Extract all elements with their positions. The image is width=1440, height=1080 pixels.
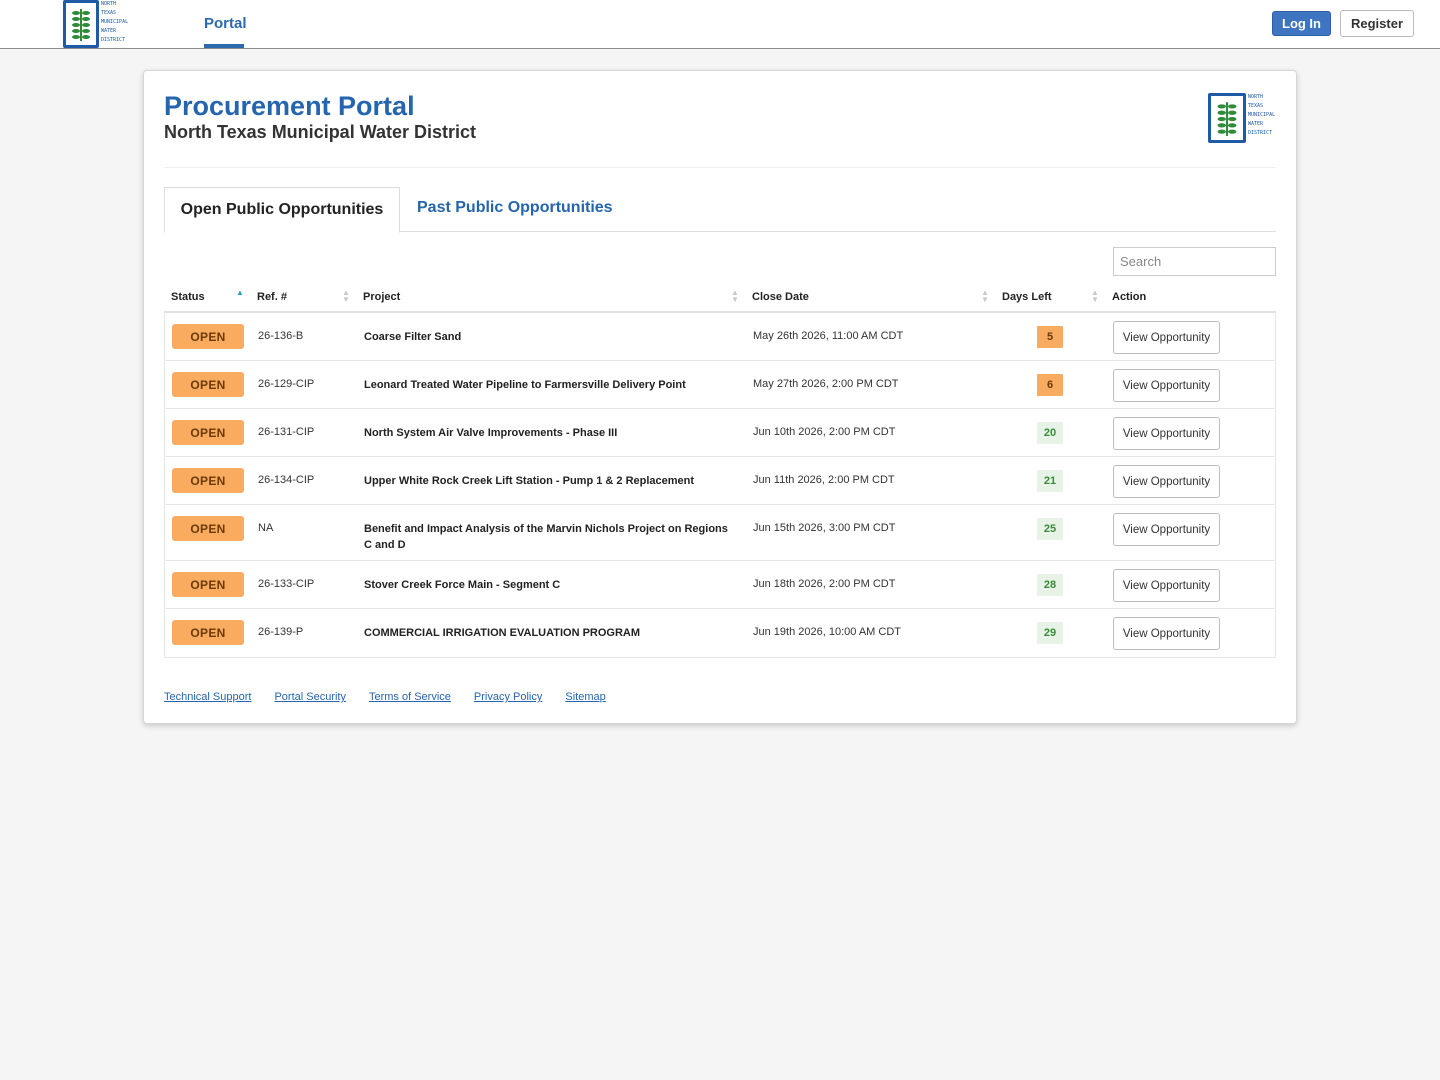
page-title: Procurement Portal	[164, 91, 415, 121]
ntmwd-logo-large: NORTH TEXAS MUNICIPAL WATER DISTRICT	[1208, 93, 1280, 145]
opportunities-table: Status ▲ Ref. # ▲ ▼ Project ▲ ▼ Close Date…	[164, 283, 1276, 658]
status-badge: OPEN	[172, 516, 244, 541]
project-name: North System Air Valve Improvements - Ph…	[364, 427, 618, 439]
close-date: Jun 11th 2026, 2:00 PM CDT	[753, 474, 895, 486]
footer-link-portal-security[interactable]: Portal Security	[274, 691, 346, 703]
table-row: OPEN 26-134-CIP Upper White Rock Creek L…	[165, 457, 1275, 505]
sort-icon[interactable]: ▲ ▼	[1091, 289, 1099, 304]
ref-number: 26-134-CIP	[258, 474, 315, 486]
status-badge: OPEN	[172, 620, 244, 645]
tab-past-opportunities[interactable]: Past Public Opportunities	[417, 199, 613, 217]
close-date: Jun 19th 2026, 10:00 AM CDT	[753, 626, 901, 638]
close-date: May 26th 2026, 11:00 AM CDT	[753, 330, 904, 342]
footer-link-terms-of-service[interactable]: Terms of Service	[369, 691, 451, 703]
procurement-card: Procurement Portal North Texas Municipal…	[143, 70, 1297, 724]
ref-number: 26-136-B	[258, 330, 304, 342]
footer-links: Technical Support Portal Security Terms …	[164, 691, 606, 703]
logo-line: TEXAS	[101, 10, 117, 16]
column-header-project[interactable]: Project	[363, 283, 400, 311]
table-header: Status ▲ Ref. # ▲ ▼ Project ▲ ▼ Close Date…	[164, 283, 1276, 313]
footer-link-technical-support[interactable]: Technical Support	[164, 691, 251, 703]
status-badge: OPEN	[172, 420, 244, 445]
search-input[interactable]	[1113, 247, 1276, 276]
nav-portal-link[interactable]: Portal	[204, 15, 247, 32]
logo-line: DISTRICT	[1248, 130, 1273, 136]
table-row: OPEN 26-136-B Coarse Filter Sand May 26t…	[165, 313, 1275, 361]
table-row: OPEN 26-129-CIP Leonard Treated Water Pi…	[165, 361, 1275, 409]
table-row: OPEN 26-131-CIP North System Air Valve I…	[165, 409, 1275, 457]
logo-line: MUNICIPAL	[101, 19, 129, 25]
sort-icon[interactable]: ▲ ▼	[981, 289, 989, 304]
logo-line: MUNICIPAL	[1248, 112, 1276, 118]
page-subtitle: North Texas Municipal Water District	[164, 122, 477, 142]
view-opportunity-button[interactable]: View Opportunity	[1113, 321, 1220, 354]
close-date: Jun 18th 2026, 2:00 PM CDT	[753, 578, 896, 590]
project-name: Stover Creek Force Main - Segment C	[364, 579, 561, 591]
close-date: Jun 15th 2026, 3:00 PM CDT	[753, 522, 896, 534]
logo-line: NORTH	[101, 1, 117, 7]
view-opportunity-button[interactable]: View Opportunity	[1113, 513, 1220, 546]
ref-number: 26-139-P	[258, 626, 304, 638]
project-name: Leonard Treated Water Pipeline to Farmer…	[364, 379, 686, 391]
table-row: OPEN NA Benefit and Impact Analysis of t…	[165, 505, 1275, 561]
status-badge: OPEN	[172, 372, 244, 397]
days-left-badge: 25	[1037, 518, 1063, 540]
logo-line: WATER	[101, 28, 117, 34]
view-opportunity-button[interactable]: View Opportunity	[1113, 569, 1220, 602]
sort-icon[interactable]: ▲ ▼	[342, 289, 350, 304]
logo-line: TEXAS	[1248, 103, 1264, 109]
logo-wordmark: NORTH TEXAS MUNICIPAL WATER DISTRICT	[1248, 93, 1275, 145]
days-left-badge: 29	[1037, 622, 1063, 644]
column-header-action: Action	[1112, 291, 1147, 303]
status-badge: OPEN	[172, 468, 244, 493]
project-name: Benefit and Impact Analysis of the Marvi…	[364, 523, 728, 551]
project-name: Upper White Rock Creek Lift Station - Pu…	[364, 475, 695, 487]
ref-number: 26-133-CIP	[258, 578, 315, 590]
status-badge: OPEN	[172, 572, 244, 597]
view-opportunity-button[interactable]: View Opportunity	[1113, 417, 1220, 450]
footer-link-privacy-policy[interactable]: Privacy Policy	[474, 691, 542, 703]
ref-number: NA	[258, 522, 274, 534]
column-header-days-left[interactable]: Days Left	[1002, 283, 1052, 311]
ref-number: 26-131-CIP	[258, 426, 315, 438]
logo-line: DISTRICT	[101, 37, 126, 43]
footer-link-sitemap[interactable]: Sitemap	[565, 691, 605, 703]
register-button[interactable]: Register	[1340, 10, 1414, 37]
table-row: OPEN 26-139-P COMMERCIAL IRRIGATION EVAL…	[165, 609, 1275, 657]
nav-active-indicator	[204, 44, 244, 48]
project-name: COMMERCIAL IRRIGATION EVALUATION PROGRAM	[364, 627, 641, 639]
table-body: OPEN 26-136-B Coarse Filter Sand May 26t…	[164, 313, 1276, 658]
days-left-badge: 20	[1037, 422, 1063, 444]
ref-number: 26-129-CIP	[258, 378, 315, 390]
days-left-badge: 5	[1037, 326, 1063, 348]
logo-wordmark: NORTH TEXAS MUNICIPAL WATER DISTRICT	[101, 0, 128, 45]
project-name: Coarse Filter Sand	[364, 331, 462, 343]
view-opportunity-button[interactable]: View Opportunity	[1113, 465, 1220, 498]
days-left-badge: 28	[1037, 574, 1063, 596]
close-date: Jun 10th 2026, 2:00 PM CDT	[753, 426, 896, 438]
tab-open-opportunities[interactable]: Open Public Opportunities	[164, 187, 400, 233]
divider	[164, 167, 1276, 168]
status-badge: OPEN	[172, 324, 244, 349]
logo-line: WATER	[1248, 121, 1264, 127]
days-left-badge: 21	[1037, 470, 1063, 492]
column-header-ref[interactable]: Ref. #	[257, 283, 287, 311]
close-date: May 27th 2026, 2:00 PM CDT	[753, 378, 899, 390]
leaf-logo-icon	[63, 0, 99, 48]
view-opportunity-button[interactable]: View Opportunity	[1113, 369, 1220, 402]
sort-asc-icon[interactable]: ▲	[236, 289, 244, 297]
sort-icon[interactable]: ▲ ▼	[731, 289, 739, 304]
ntmwd-logo[interactable]: NORTH TEXAS MUNICIPAL WATER DISTRICT	[63, 0, 133, 48]
top-navbar: NORTH TEXAS MUNICIPAL WATER DISTRICT Por…	[0, 0, 1440, 49]
column-header-status[interactable]: Status	[171, 283, 205, 311]
leaf-logo-icon	[1208, 93, 1246, 143]
view-opportunity-button[interactable]: View Opportunity	[1113, 617, 1220, 650]
table-row: OPEN 26-133-CIP Stover Creek Force Main …	[165, 561, 1275, 609]
logo-line: NORTH	[1248, 94, 1264, 100]
column-header-close-date[interactable]: Close Date	[752, 283, 809, 311]
days-left-badge: 6	[1037, 374, 1063, 396]
login-button[interactable]: Log In	[1272, 11, 1331, 36]
